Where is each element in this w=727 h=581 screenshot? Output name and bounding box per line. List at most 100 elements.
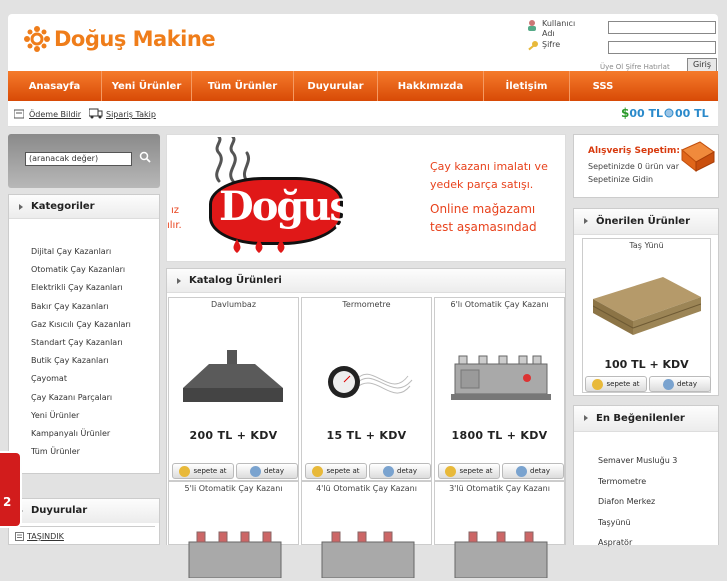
category-item[interactable]: Gaz Kısıcılı Çay Kazanları bbox=[9, 316, 159, 334]
nav-item-contact[interactable]: İletişim bbox=[484, 71, 570, 101]
banner-line-3: Online mağazamı bbox=[430, 202, 536, 216]
nav-item-about[interactable]: Hakkımızda bbox=[378, 71, 484, 101]
sub-bar: Ödeme Bildir Sipariş Takip $ 00 TL 00 TL bbox=[8, 101, 718, 127]
product-name: 4'lü Otomatik Çay Kazanı bbox=[316, 484, 417, 493]
product-card[interactable]: Termometre 15 TL + KDV sepete at detay bbox=[301, 297, 432, 481]
product-card[interactable]: 4'lü Otomatik Çay Kazanı bbox=[301, 481, 432, 579]
category-item[interactable]: Dijital Çay Kazanları bbox=[9, 243, 159, 261]
product-name: Termometre bbox=[342, 300, 391, 309]
cart-link[interactable]: Sepetinize Gidin bbox=[588, 175, 653, 184]
liked-item[interactable]: Semaver Musluğu 3 bbox=[574, 451, 718, 472]
cart-count: Sepetinizde 0 ürün var bbox=[588, 162, 679, 171]
liked-item[interactable]: Taşyünü bbox=[574, 513, 718, 534]
banner-left-fragment-2: ılır. bbox=[167, 220, 182, 231]
product-image bbox=[445, 518, 555, 581]
cart-box[interactable]: Alışveriş Sepetim: Sepetinizde 0 ürün va… bbox=[573, 134, 719, 198]
recommended-title: Önerilen Ürünler bbox=[574, 209, 718, 235]
logo-text: Doğuş Makine bbox=[54, 27, 216, 51]
announcement-link[interactable]: TAŞINDIK bbox=[27, 532, 64, 541]
most-liked-box: En Beğenilenler Semaver Musluğu 3 Termome… bbox=[573, 405, 719, 547]
coin-icon bbox=[664, 108, 674, 118]
category-item[interactable]: Çayomat bbox=[9, 370, 159, 388]
category-item[interactable]: Otomatik Çay Kazanları bbox=[9, 261, 159, 279]
add-to-cart-button[interactable]: sepete at bbox=[438, 463, 500, 479]
dollar-icon: $ bbox=[621, 106, 630, 120]
recommended-product[interactable]: Taş Yünü 100 TL + KDV sepete at detay bbox=[582, 238, 711, 393]
recommended-detail-button[interactable]: detay bbox=[649, 376, 711, 392]
liked-item[interactable]: Termometre bbox=[574, 472, 718, 493]
liked-item[interactable]: Diafon Merkez bbox=[574, 492, 718, 513]
category-item[interactable]: Kampanyalı Ürünler bbox=[9, 425, 159, 443]
search-input[interactable]: (aranacak değer) bbox=[25, 152, 132, 166]
product-price: 1800 TL + KDV bbox=[451, 429, 548, 442]
product-price: 15 TL + KDV bbox=[326, 429, 407, 442]
logo-icon bbox=[24, 26, 50, 52]
product-image bbox=[179, 518, 289, 581]
nav-item-new-products[interactable]: Yeni Ürünler bbox=[102, 71, 192, 101]
payment-notify-link[interactable]: Ödeme Bildir bbox=[29, 110, 81, 119]
add-to-cart-button[interactable]: sepete at bbox=[172, 463, 234, 479]
most-liked-list: Semaver Musluğu 3 Termometre Diafon Merkez… bbox=[574, 451, 718, 554]
recommended-add-to-cart-button[interactable]: sepete at bbox=[585, 376, 647, 392]
banner-line-4: test aşamasındad bbox=[430, 220, 537, 234]
search-icon[interactable] bbox=[139, 151, 151, 166]
truck-icon bbox=[88, 108, 103, 122]
logo[interactable]: Doğuş Makine bbox=[24, 26, 216, 52]
nav-item-faq[interactable]: SSS bbox=[570, 71, 636, 101]
category-item[interactable]: Standart Çay Kazanları bbox=[9, 334, 159, 352]
product-price: 200 TL + KDV bbox=[189, 429, 278, 442]
detail-button[interactable]: detay bbox=[369, 463, 431, 479]
category-item[interactable]: Bakır Çay Kazanları bbox=[9, 298, 159, 316]
nav-item-announcements[interactable]: Duyurular bbox=[294, 71, 378, 101]
category-item[interactable]: Butik Çay Kazanları bbox=[9, 352, 159, 370]
detail-button[interactable]: detay bbox=[236, 463, 298, 479]
category-item[interactable]: Yeni Ürünler bbox=[9, 407, 159, 425]
most-liked-title: En Beğenilenler bbox=[574, 406, 718, 432]
category-item[interactable]: Tüm Ürünler bbox=[9, 443, 159, 461]
product-card[interactable]: Davlumbaz 200 TL + KDV sepete at detay bbox=[168, 297, 299, 481]
promo-banner[interactable]: ız ılır. Doğuş Çay kazanı imalatı ve yed… bbox=[166, 134, 566, 262]
product-image bbox=[445, 350, 555, 413]
nav-item-all-products[interactable]: Tüm Ürünler bbox=[192, 71, 294, 101]
banner-line-2: yedek parça satışı. bbox=[430, 178, 534, 191]
product-name: Davlumbaz bbox=[210, 300, 257, 309]
product-card[interactable]: 6'lı Otomatik Çay Kazanı 1800 TL + KDV sep… bbox=[434, 297, 565, 481]
product-image bbox=[312, 518, 422, 581]
product-name: 5'li Otomatik Çay Kazanı bbox=[184, 484, 283, 493]
cart-icon bbox=[179, 465, 191, 477]
cart-box-icon bbox=[681, 141, 715, 172]
register-forgot-links[interactable]: Üye Ol Şifre Hatırlat bbox=[600, 63, 670, 71]
login-button[interactable]: Giriş bbox=[687, 58, 717, 72]
categories-box: Kategoriler Dijital Çay Kazanları Otomati… bbox=[8, 194, 160, 474]
username-input[interactable] bbox=[608, 21, 716, 34]
nav-item-home[interactable]: Anasayfa bbox=[8, 71, 102, 101]
category-item[interactable]: Çay Kazanı Parçaları bbox=[9, 389, 159, 407]
username-label: Kullanıcı bbox=[542, 19, 576, 28]
cart-amount: 00 TL bbox=[675, 106, 709, 120]
announcements-box: Duyurular TAŞINDIK bbox=[8, 498, 160, 545]
magnifier-icon bbox=[250, 465, 262, 477]
product-card[interactable]: 5'li Otomatik Çay Kazanı bbox=[168, 481, 299, 579]
add-to-cart-button[interactable]: sepete at bbox=[305, 463, 367, 479]
side-float-tab[interactable]: 2 bbox=[0, 451, 22, 528]
magnifier-icon bbox=[383, 465, 395, 477]
search-box: (aranacak değer) bbox=[8, 134, 160, 188]
announcements-title: Duyurular bbox=[9, 499, 159, 523]
magnifier-icon bbox=[516, 465, 528, 477]
order-track-link[interactable]: Sipariş Takip bbox=[106, 110, 156, 119]
money-display: $ 00 TL 00 TL bbox=[621, 106, 709, 120]
password-input[interactable] bbox=[608, 41, 716, 54]
category-item[interactable]: Elektrikli Çay Kazanları bbox=[9, 279, 159, 297]
username-label-2: Adı bbox=[542, 29, 555, 38]
product-card[interactable]: 3'lü Otomatik Çay Kazanı bbox=[434, 481, 565, 579]
cart-icon bbox=[445, 465, 457, 477]
product-image bbox=[312, 350, 422, 413]
category-list: Dijital Çay Kazanları Otomatik Çay Kazanl… bbox=[9, 243, 159, 461]
liked-item[interactable]: Aspratör bbox=[574, 533, 718, 554]
cart-title: Alışveriş Sepetim: bbox=[588, 146, 680, 156]
cart-icon bbox=[312, 465, 324, 477]
header: Doğuş Makine Kullanıcı Adı Şifre Üye Ol … bbox=[8, 14, 718, 72]
detail-button[interactable]: detay bbox=[502, 463, 564, 479]
product-name: 3'lü Otomatik Çay Kazanı bbox=[449, 484, 550, 493]
product-image bbox=[179, 350, 289, 413]
